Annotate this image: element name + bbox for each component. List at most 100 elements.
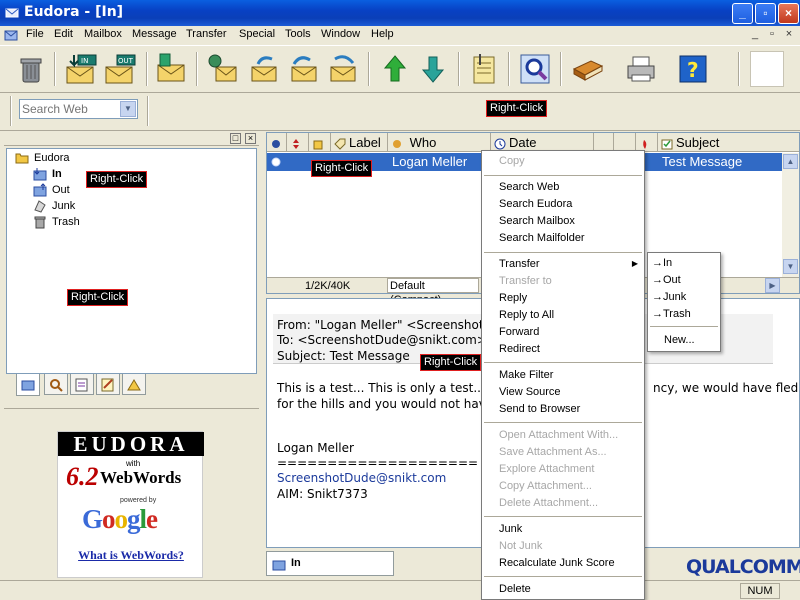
mdi-close-button[interactable]: × [782,28,796,42]
close-button[interactable]: × [778,3,799,24]
submenu-arrow-icon: ▶ [631,259,638,268]
menu-item-junk[interactable]: Junk [499,522,522,536]
menu-item-transfer[interactable]: Transfer [499,257,639,271]
submenu-item-out[interactable]: →Out [652,273,681,287]
row-who: Logan Meller [392,154,468,169]
out-mailbox-icon [33,183,47,197]
maximize-button[interactable]: ▫ [755,3,776,24]
search-input[interactable] [22,102,118,116]
menu-item-forward[interactable]: Forward [499,325,539,339]
menu-item-search-mailfolder[interactable]: Search Mailfolder [499,231,585,245]
submenu-item-junk[interactable]: →Junk [652,290,686,304]
scroll-down-icon[interactable]: ▼ [783,259,798,274]
vertical-scrollbar[interactable]: ▲ ▼ [782,153,799,277]
trash-icon[interactable] [14,51,48,87]
scroll-right-icon[interactable]: ▶ [765,278,780,293]
tab-signatures[interactable] [96,374,120,395]
mdi-minimize-button[interactable]: _ [748,28,762,42]
window-tab-in[interactable]: In [266,551,394,576]
ad-spot-box [750,51,784,87]
search-web-combo[interactable]: ▼ [19,99,138,119]
menu-item-delete-attachment[interactable]: Delete Attachment... [499,496,598,510]
menu-item-explore-attachment[interactable]: Explore Attachment [499,462,594,476]
menu-item-make-filter[interactable]: Make Filter [499,368,553,382]
chevron-down-icon[interactable]: ▼ [120,101,136,117]
panel-dock-button[interactable]: □ [230,133,241,144]
title-bar[interactable]: Eudora - [In] _ ▫ × [0,0,800,26]
menu-tools[interactable]: Tools [285,28,311,40]
context-menu[interactable]: Copy Search Web Search Eudora Search Mai… [481,150,645,600]
column-subject[interactable]: Subject [658,133,799,152]
reply-all-icon[interactable] [246,51,280,87]
ad-version: 6.2 [66,462,99,491]
help-icon[interactable]: ? [676,51,710,87]
menu-item-recalculate-junk[interactable]: Recalculate Junk Score [499,556,615,570]
menu-item-send-to-browser[interactable]: Send to Browser [499,402,580,416]
scroll-up-icon[interactable]: ▲ [783,154,798,169]
tab-stationery[interactable] [70,374,94,395]
column-status[interactable] [267,133,287,152]
in-mailbox-icon [33,168,47,181]
view-mode-select[interactable]: Default (Compact) [387,278,479,306]
menu-message[interactable]: Message [132,28,177,40]
signature-email-link[interactable]: ScreenshotDude@snikt.com [277,471,446,485]
new-message-icon[interactable] [154,51,188,87]
next-message-icon[interactable] [416,51,450,87]
what-is-webwords-link[interactable]: What is WebWords? [58,548,204,563]
tree-item-trash[interactable]: Trash [33,214,80,230]
column-attachment[interactable] [309,133,331,152]
menu-item-save-attachment[interactable]: Save Attachment As... [499,445,607,459]
submenu-item-trash[interactable]: →Trash [652,307,691,321]
address-book-icon[interactable] [571,51,605,87]
column-who[interactable]: Who [388,133,491,152]
redirect-icon[interactable] [325,51,359,87]
tree-item-junk[interactable]: Junk [33,198,75,214]
tab-personalities[interactable] [122,374,146,395]
document-icon[interactable] [4,28,20,42]
menu-item-not-junk[interactable]: Not Junk [499,539,542,553]
panel-close-button[interactable]: × [245,133,256,144]
menu-edit[interactable]: Edit [54,28,73,40]
menu-item-delete[interactable]: Delete [499,582,531,596]
menu-item-copy[interactable]: Copy [499,154,525,168]
menu-mailbox[interactable]: Mailbox [84,28,122,40]
attach-file-icon[interactable] [466,51,500,87]
junk-mailbox-icon [34,200,46,213]
menu-help[interactable]: Help [371,28,394,40]
webwords-ad[interactable]: EUDORA 6.2 with WebWords powered by Goog… [57,431,204,578]
mdi-restore-button[interactable]: ▫ [765,28,779,42]
tree-item-eudora[interactable]: Eudora [15,150,69,166]
tab-file-browser[interactable] [44,374,68,395]
forward-icon[interactable] [286,51,320,87]
menu-item-search-web[interactable]: Search Web [499,180,559,194]
tree-item-out[interactable]: Out [33,182,70,198]
menu-item-redirect[interactable]: Redirect [499,342,540,356]
menu-item-reply-to-all[interactable]: Reply to All [499,308,554,322]
column-label[interactable]: Label [331,133,388,152]
minimize-button[interactable]: _ [732,3,753,24]
find-icon[interactable] [518,51,552,87]
previous-message-icon[interactable] [378,51,412,87]
menu-item-transfer-to[interactable]: Transfer to [499,274,552,288]
menu-item-search-mailbox[interactable]: Search Mailbox [499,214,575,228]
menu-special[interactable]: Special [239,28,275,40]
print-icon[interactable] [624,51,658,87]
menu-window[interactable]: Window [321,28,360,40]
menu-item-copy-attachment[interactable]: Copy Attachment... [499,479,592,493]
menu-item-search-eudora[interactable]: Search Eudora [499,197,572,211]
panel-tabs [4,374,259,396]
menu-item-view-source[interactable]: View Source [499,385,561,399]
menu-file[interactable]: File [26,28,44,40]
menu-item-open-attachment[interactable]: Open Attachment With... [499,428,618,442]
check-mail-in-icon[interactable]: IN [64,51,98,87]
send-mail-out-icon[interactable]: OUT [103,51,137,87]
submenu-item-new[interactable]: New... [664,333,695,347]
menu-transfer[interactable]: Transfer [186,28,227,40]
tab-mailboxes[interactable] [16,374,40,396]
reply-icon[interactable] [206,51,240,87]
submenu-item-in[interactable]: →In [652,256,672,270]
column-priority[interactable] [287,133,309,152]
menu-item-reply[interactable]: Reply [499,291,527,305]
tree-item-in[interactable]: In [33,166,62,182]
transfer-submenu[interactable]: →In →Out →Junk →Trash New... [647,252,721,352]
